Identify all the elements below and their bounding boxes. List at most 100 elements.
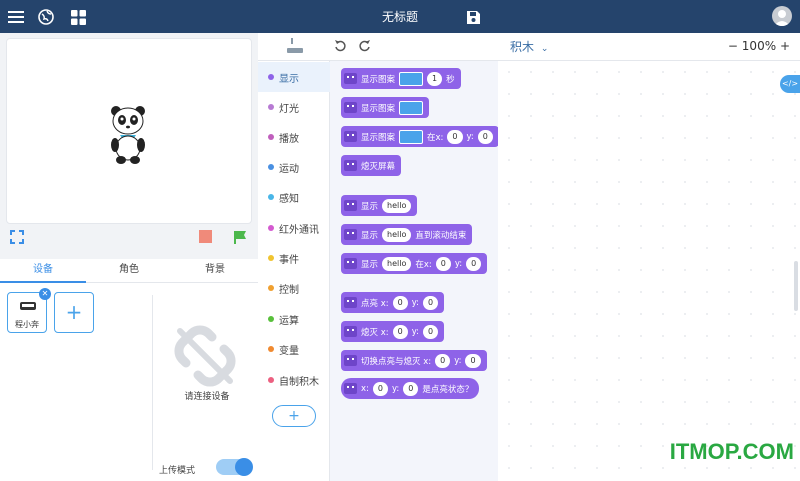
category-label: 变量 [279, 345, 299, 357]
display-icon [344, 297, 357, 308]
block-text: 显示 [361, 259, 379, 270]
category-my-blocks[interactable]: 自制积木 [258, 365, 330, 395]
category-light[interactable]: 灯光 [258, 92, 330, 122]
seconds-input[interactable]: 1 [427, 71, 443, 86]
display-icon [344, 102, 357, 113]
block-light-pixel[interactable]: 点亮 x: 0 y: 0 [341, 292, 445, 313]
add-extension-button[interactable]: + [272, 405, 316, 427]
led-matrix-input[interactable] [399, 129, 424, 144]
stop-icon[interactable] [199, 230, 212, 244]
category-variables[interactable]: 变量 [258, 334, 330, 364]
stage-area[interactable] [6, 38, 252, 224]
block-x-label: 在x: [427, 132, 444, 143]
category-events[interactable]: 事件 [258, 243, 330, 273]
divider [152, 295, 153, 470]
y-input[interactable]: 0 [403, 381, 419, 396]
scrollbar[interactable] [794, 261, 798, 311]
x-input[interactable]: 0 [447, 129, 463, 144]
block-y-label: y: [411, 297, 419, 308]
undo-icon[interactable] [334, 39, 347, 55]
x-input[interactable]: 0 [435, 353, 451, 368]
tab-device[interactable]: 设备 [0, 259, 86, 283]
category-motion[interactable]: 运动 [258, 152, 330, 182]
y-input[interactable]: 0 [422, 295, 439, 310]
app-root: 无标题 设备 角色 背景 程小奔 ✕ + 请连接设备 上传模式 积木 ⌄ − 1… [0, 0, 800, 481]
y-input[interactable]: 0 [465, 353, 481, 368]
x-input[interactable]: 0 [392, 295, 408, 310]
text-input[interactable]: hello [382, 256, 412, 271]
green-flag-icon[interactable] [233, 230, 247, 244]
category-control[interactable]: 控制 [258, 273, 330, 303]
device-name: 程小奔 [15, 320, 39, 329]
category-operators[interactable]: 运算 [258, 304, 330, 334]
block-categories: 显示 灯光 播放 运动 感知 红外通讯 事件 控制 运算 变量 自制积木 + [258, 61, 330, 481]
x-input[interactable]: 0 [372, 381, 388, 396]
upload-mode-toggle[interactable] [216, 458, 253, 476]
zoom-out-button[interactable]: − [728, 39, 738, 53]
block-y-label: y: [454, 355, 462, 366]
avatar[interactable] [772, 6, 792, 26]
project-title[interactable]: 无标题 [0, 8, 800, 25]
device-thumbnail-icon[interactable] [286, 36, 304, 59]
display-icon [344, 383, 357, 394]
category-sound[interactable]: 播放 [258, 122, 330, 152]
device-card[interactable]: 程小奔 ✕ [7, 288, 51, 333]
x-input[interactable]: 0 [435, 256, 451, 271]
block-text: 切换点亮与熄灭 x: [361, 356, 432, 367]
block-suffix: 是点亮状态？ [422, 384, 474, 395]
block-y-label: y: [411, 326, 419, 337]
block-flyout: 显示图案 1 秒 显示图案 显示图案 在x: 0 y: 0 熄灭屏幕 显示 hello 显示 h… [330, 61, 499, 481]
close-icon[interactable]: ✕ [39, 288, 51, 300]
category-sensing[interactable]: 感知 [258, 182, 330, 212]
led-matrix-input[interactable] [399, 100, 424, 115]
workspace-title[interactable]: 积木 ⌄ [510, 38, 548, 55]
text-input[interactable]: hello [382, 198, 412, 213]
block-x-label: 在x: [415, 259, 432, 270]
tab-background[interactable]: 背景 [172, 259, 258, 283]
text-input[interactable]: hello [382, 227, 412, 242]
save-icon[interactable] [462, 6, 484, 28]
code-view-icon[interactable]: </> [780, 75, 800, 93]
category-label: 自制积木 [279, 376, 319, 388]
category-display[interactable]: 显示 [258, 62, 330, 92]
led-matrix-input[interactable] [399, 71, 424, 86]
block-text: 显示图案 [361, 74, 396, 85]
y-input[interactable]: 0 [477, 129, 493, 144]
block-show-text[interactable]: 显示 hello [341, 195, 418, 216]
display-icon [344, 131, 357, 142]
block-text: 显示 [361, 201, 379, 212]
zoom-in-button[interactable]: + [780, 39, 790, 53]
y-input[interactable]: 0 [466, 256, 482, 271]
block-text: 显示图案 [361, 103, 396, 114]
display-icon [344, 73, 357, 84]
connect-hint: 请连接设备 [184, 392, 230, 402]
script-canvas[interactable]: </> ITMOP.COM [498, 61, 800, 481]
workspace-title-label: 积木 [510, 40, 535, 54]
block-y-label: y: [392, 383, 400, 394]
panda-sprite[interactable] [107, 103, 149, 165]
display-icon [344, 326, 357, 337]
block-show-image-seconds[interactable]: 显示图案 1 秒 [341, 68, 461, 89]
block-y-label: y: [454, 258, 463, 269]
redo-icon[interactable] [358, 39, 371, 55]
block-clear-screen[interactable]: 熄灭屏幕 [341, 155, 402, 176]
category-label: 红外通讯 [279, 224, 319, 236]
add-device-button[interactable]: + [54, 292, 94, 333]
block-toggle-pixel[interactable]: 切换点亮与熄灭 x: 0 y: 0 [341, 350, 487, 371]
block-show-text-at[interactable]: 显示 hello 在x: 0 y: 0 [341, 253, 488, 274]
block-show-image[interactable]: 显示图案 [341, 97, 430, 118]
category-label: 运动 [279, 163, 299, 175]
category-infrared[interactable]: 红外通讯 [258, 213, 330, 243]
x-input[interactable]: 0 [392, 324, 408, 339]
block-show-text-scroll[interactable]: 显示 hello 直到滚动结束 [341, 224, 473, 245]
block-clear-pixel[interactable]: 熄灭 x: 0 y: 0 [341, 321, 445, 342]
zoom-control: − 100% + [728, 39, 790, 53]
y-input[interactable]: 0 [422, 324, 439, 339]
display-icon [344, 229, 357, 240]
upload-mode-label: 上传模式 [159, 466, 196, 476]
zoom-level: 100% [741, 39, 777, 53]
block-show-image-at[interactable]: 显示图案 在x: 0 y: 0 [341, 126, 499, 147]
block-pixel-is-lit[interactable]: x: 0 y: 0 是点亮状态？ [341, 378, 480, 399]
tab-sprite[interactable]: 角色 [86, 259, 172, 283]
fullscreen-icon[interactable] [10, 230, 24, 244]
